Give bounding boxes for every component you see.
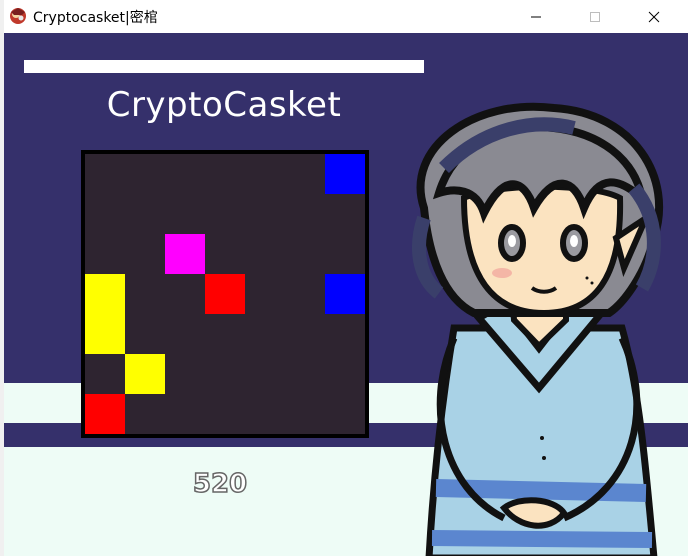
maximize-button[interactable] [572,0,618,33]
grid-cell-red[interactable] [85,394,125,434]
grid-cell-red[interactable] [205,274,245,314]
grid-cell-blue[interactable] [325,274,365,314]
title-bar[interactable]: Cryptocasket|密棺 [4,0,688,33]
puzzle-board[interactable] [81,150,369,438]
window-title: Cryptocasket|密棺 [33,10,158,26]
close-button[interactable] [631,0,677,33]
maximize-icon [590,11,600,22]
character-illustration [412,102,663,556]
grid-cell-yellow[interactable] [85,274,125,314]
game-canvas[interactable]: CryptoCasket 520 [4,33,688,556]
app-icon [10,8,26,24]
grid-cell-magenta[interactable] [165,234,205,274]
game-title: CryptoCasket [106,85,342,125]
score-counter: 520 [192,468,248,500]
game-window: Cryptocasket|密棺 CryptoCasket 520 [4,0,688,556]
grid-cell-yellow[interactable] [85,314,125,354]
minimize-icon [531,16,541,17]
grid-cell-yellow[interactable] [125,354,165,394]
timer-bar [24,60,424,73]
minimize-button[interactable] [513,0,559,33]
close-icon [648,11,660,22]
grid-cell-blue[interactable] [325,154,365,194]
timer-bar-fill [24,60,424,73]
